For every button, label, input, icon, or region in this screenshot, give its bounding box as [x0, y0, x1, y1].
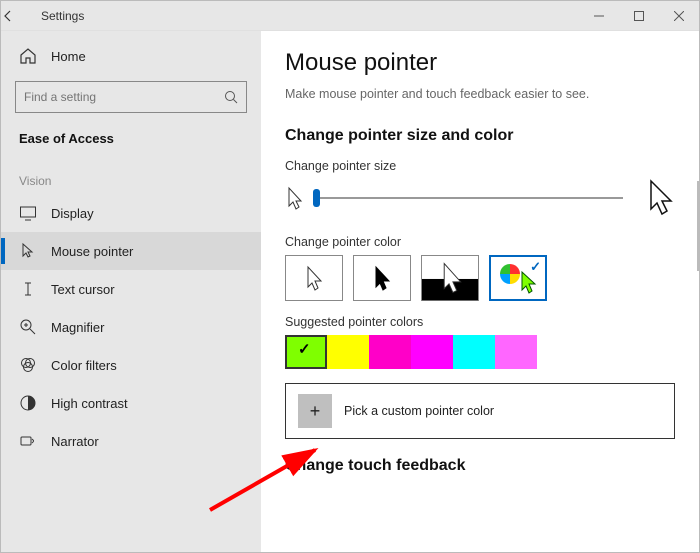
home-nav[interactable]: Home: [1, 39, 261, 73]
pointer-color-custom[interactable]: [489, 255, 547, 301]
swatch-lime[interactable]: [285, 335, 327, 369]
window-controls: [579, 1, 699, 31]
pointer-color-options: [285, 255, 675, 301]
sidebar-item-label: Mouse pointer: [51, 244, 133, 259]
sidebar-item-text-cursor[interactable]: Text cursor: [1, 270, 261, 308]
maximize-button[interactable]: [619, 1, 659, 31]
scrollbar[interactable]: [697, 181, 699, 271]
sidebar-item-label: Text cursor: [51, 282, 115, 297]
page-title: Mouse pointer: [285, 49, 675, 77]
pointer-color-black[interactable]: [353, 255, 411, 301]
swatch-violet[interactable]: [495, 335, 537, 369]
section-touch-feedback: Change touch feedback: [285, 457, 675, 475]
search-box[interactable]: [15, 81, 247, 113]
pointer-size-slider[interactable]: [313, 197, 623, 199]
group-label: Vision: [1, 156, 261, 194]
slider-thumb[interactable]: [313, 189, 320, 207]
pointer-color-inverted[interactable]: [421, 255, 479, 301]
suggested-colors-label: Suggested pointer colors: [285, 315, 675, 329]
sidebar: Home Ease of Access Vision Display Mouse…: [1, 31, 261, 552]
cursor-small-icon: [285, 184, 305, 212]
home-label: Home: [51, 49, 86, 64]
display-icon: [19, 204, 37, 222]
home-icon: [19, 47, 37, 65]
close-button[interactable]: [659, 1, 699, 31]
pointer-size-row: [285, 179, 675, 217]
section-size-color: Change pointer size and color: [285, 127, 675, 145]
search-input[interactable]: [24, 90, 224, 104]
add-custom-color-button[interactable]: +: [298, 394, 332, 428]
custom-color-label: Pick a custom pointer color: [344, 404, 494, 418]
plus-icon: +: [310, 401, 321, 422]
sidebar-item-display[interactable]: Display: [1, 194, 261, 232]
sidebar-item-label: Display: [51, 206, 94, 221]
sidebar-item-high-contrast[interactable]: High contrast: [1, 384, 261, 422]
window-body: Home Ease of Access Vision Display Mouse…: [1, 31, 699, 552]
swatch-cyan[interactable]: [453, 335, 495, 369]
pointer-size-label: Change pointer size: [285, 159, 675, 173]
custom-color-box: + Pick a custom pointer color: [285, 383, 675, 439]
pointer-color-label: Change pointer color: [285, 235, 675, 249]
sidebar-item-label: Magnifier: [51, 320, 104, 335]
sidebar-item-magnifier[interactable]: Magnifier: [1, 308, 261, 346]
magnifier-icon: [19, 318, 37, 336]
sidebar-item-mouse-pointer[interactable]: Mouse pointer: [1, 232, 261, 270]
sidebar-item-label: High contrast: [51, 396, 128, 411]
sidebar-item-label: Color filters: [51, 358, 117, 373]
minimize-button[interactable]: [579, 1, 619, 31]
narrator-icon: [19, 432, 37, 450]
pointer-color-white[interactable]: [285, 255, 343, 301]
text-cursor-icon: [19, 280, 37, 298]
sidebar-item-label: Narrator: [51, 434, 99, 449]
mouse-pointer-icon: [19, 242, 37, 260]
color-filters-icon: [19, 356, 37, 374]
sidebar-item-color-filters[interactable]: Color filters: [1, 346, 261, 384]
back-button[interactable]: [1, 9, 31, 23]
cursor-large-icon: [647, 179, 675, 217]
main-panel: Mouse pointer Make mouse pointer and tou…: [261, 31, 699, 552]
suggested-swatches: [285, 335, 675, 369]
high-contrast-icon: [19, 394, 37, 412]
category-label: Ease of Access: [1, 127, 261, 156]
swatch-yellow[interactable]: [327, 335, 369, 369]
search-icon: [224, 90, 238, 104]
settings-window: Settings Home Ease of Access Vision: [0, 0, 700, 553]
window-title: Settings: [31, 9, 579, 23]
titlebar: Settings: [1, 1, 699, 31]
swatch-hotpink[interactable]: [369, 335, 411, 369]
swatch-magenta[interactable]: [411, 335, 453, 369]
page-description: Make mouse pointer and touch feedback ea…: [285, 87, 675, 101]
sidebar-item-narrator[interactable]: Narrator: [1, 422, 261, 460]
